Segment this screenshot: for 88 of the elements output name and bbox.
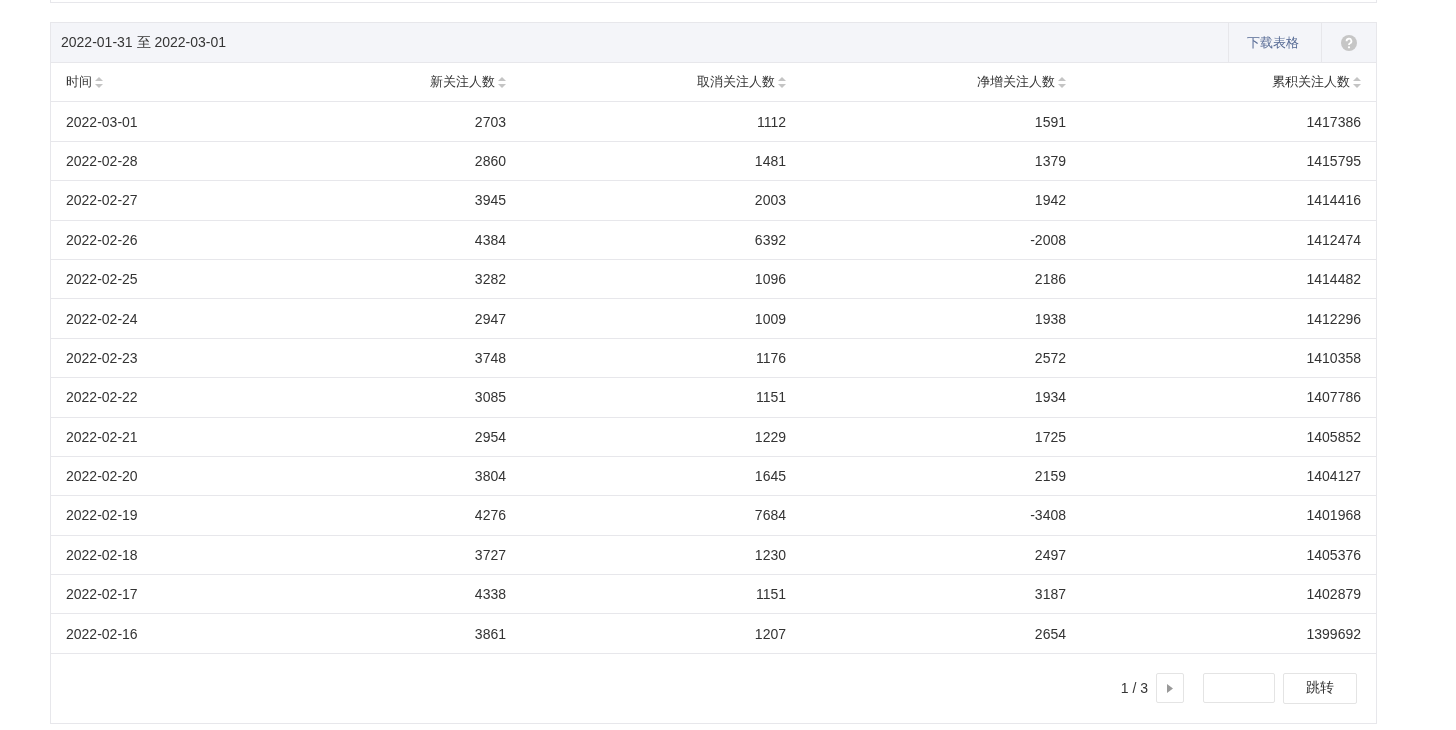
column-header[interactable]: 净增关注人数 [977,73,1055,92]
column-header[interactable]: 取消关注人数 [697,73,775,92]
table-cell-text: 1112 [755,113,787,130]
table-cell-text: 1938 [1033,310,1067,327]
table-cell-text: 3282 [473,271,507,288]
next-page-button[interactable] [1156,673,1184,704]
table-cell-text: 1407786 [1305,389,1362,406]
caret-icon [1167,683,1173,693]
table-cell-text: 1415795 [1305,152,1362,169]
table-cell-text: 1934 [1033,389,1067,406]
table-cell-text: 2022-03-01 [65,113,139,130]
table-cell-text: 4384 [473,231,507,248]
table-cell-text: 2022-02-23 [65,349,139,366]
table-cell-text: 1379 [1033,152,1067,169]
table-cell-text: 3727 [473,546,507,563]
table-cell-text: 1417386 [1305,113,1362,130]
table-cell-text: -3408 [1029,507,1067,524]
table-cell-text: 1412474 [1305,231,1362,248]
table-cell-text: 3187 [1033,586,1067,603]
table-cell-text: -2008 [1029,231,1067,248]
table-cell-text: 1404127 [1305,468,1362,485]
table-cell-text: 4338 [473,586,507,603]
column-header[interactable]: 累积关注人数 [1272,73,1350,92]
table-cell-text: 4276 [473,507,507,524]
table-cell-text: 2022-02-19 [65,507,139,524]
table-cell-text: 2022-02-26 [65,231,139,248]
page-input[interactable] [1203,673,1275,704]
table-cell-text: 2022-02-24 [65,310,139,327]
table-cell-text: 2703 [473,113,507,130]
table-cell-text: 1176 [754,349,787,366]
date-range: 2022-01-31 至 2022-03-01 [60,33,227,52]
table-cell-text: 1096 [753,271,787,288]
table-cell-text: 1230 [753,546,787,563]
table-cell-text: 1725 [1033,428,1067,445]
table-cell-text: 2186 [1033,271,1067,288]
table-cell-text: 2022-02-21 [65,428,139,445]
table-cell-text: 1151 [754,389,787,406]
table-cell-text: 6392 [753,231,787,248]
table-cell-text: 2022-02-22 [65,389,139,406]
table-cell-text: 1009 [753,310,787,327]
table-cell-text: 2654 [1033,625,1067,642]
table-cell-text: 2159 [1033,468,1067,485]
table-cell-text: 2022-02-18 [65,546,139,563]
table-cell-text: 2022-02-27 [65,192,139,209]
table-cell-text: 2947 [473,310,507,327]
table-cell-text: 2022-02-16 [65,625,139,642]
table-cell-text: 1207 [753,625,787,642]
table-cell-text: 1591 [1033,113,1067,130]
table-cell-text: 2003 [753,192,787,209]
table-cell-text: 3861 [473,625,507,642]
table-cell-text: 1401968 [1305,507,1362,524]
download-link[interactable]: 下载表格 [1228,23,1322,62]
table-cell-text: 1410358 [1305,349,1362,366]
table-cell-text: 2572 [1033,349,1067,366]
table-cell-text: 2022-02-20 [65,468,139,485]
table-cell-text: 2022-02-17 [65,586,139,603]
table-cell-text: 1405852 [1305,428,1362,445]
table-cell-text: 1412296 [1305,310,1362,327]
table-cell-text: 3748 [473,349,507,366]
column-header[interactable]: 时间 [66,73,92,92]
table-cell-text: 7684 [753,507,787,524]
sort-icon [778,76,786,88]
help-icon[interactable] [1341,34,1357,51]
page-indicator: 1 / 3 [1120,680,1148,697]
table-cell-text: 3945 [473,192,507,209]
sort-icon [498,76,506,88]
table-cell-text: 2022-02-25 [65,271,139,288]
table-cell-text: 1151 [754,586,787,603]
table-cell-text: 1645 [753,468,787,485]
table-cell-text: 1402879 [1305,586,1362,603]
sort-icon [1058,76,1066,88]
table-cell-text: 3804 [473,468,507,485]
jump-button[interactable]: 跳转 [1283,672,1357,704]
table-cell-text: 2860 [473,152,507,169]
table-cell-text: 3085 [473,389,507,406]
table-cell-text: 1399692 [1305,625,1362,642]
sort-icon [1353,76,1361,88]
table-cell-text: 2954 [473,428,507,445]
table-cell-text: 2497 [1033,546,1067,563]
table-cell-text: 1414482 [1305,271,1362,288]
table-cell-text: 2022-02-28 [65,152,139,169]
table-cell-text: 1405376 [1305,546,1362,563]
table-cell-text: 1481 [753,152,787,169]
column-header[interactable]: 新关注人数 [430,73,495,92]
sort-icon [95,76,103,88]
table-cell-text: 1414416 [1305,192,1362,209]
table-cell-text: 1229 [753,428,787,445]
table-cell-text: 1942 [1033,192,1067,209]
